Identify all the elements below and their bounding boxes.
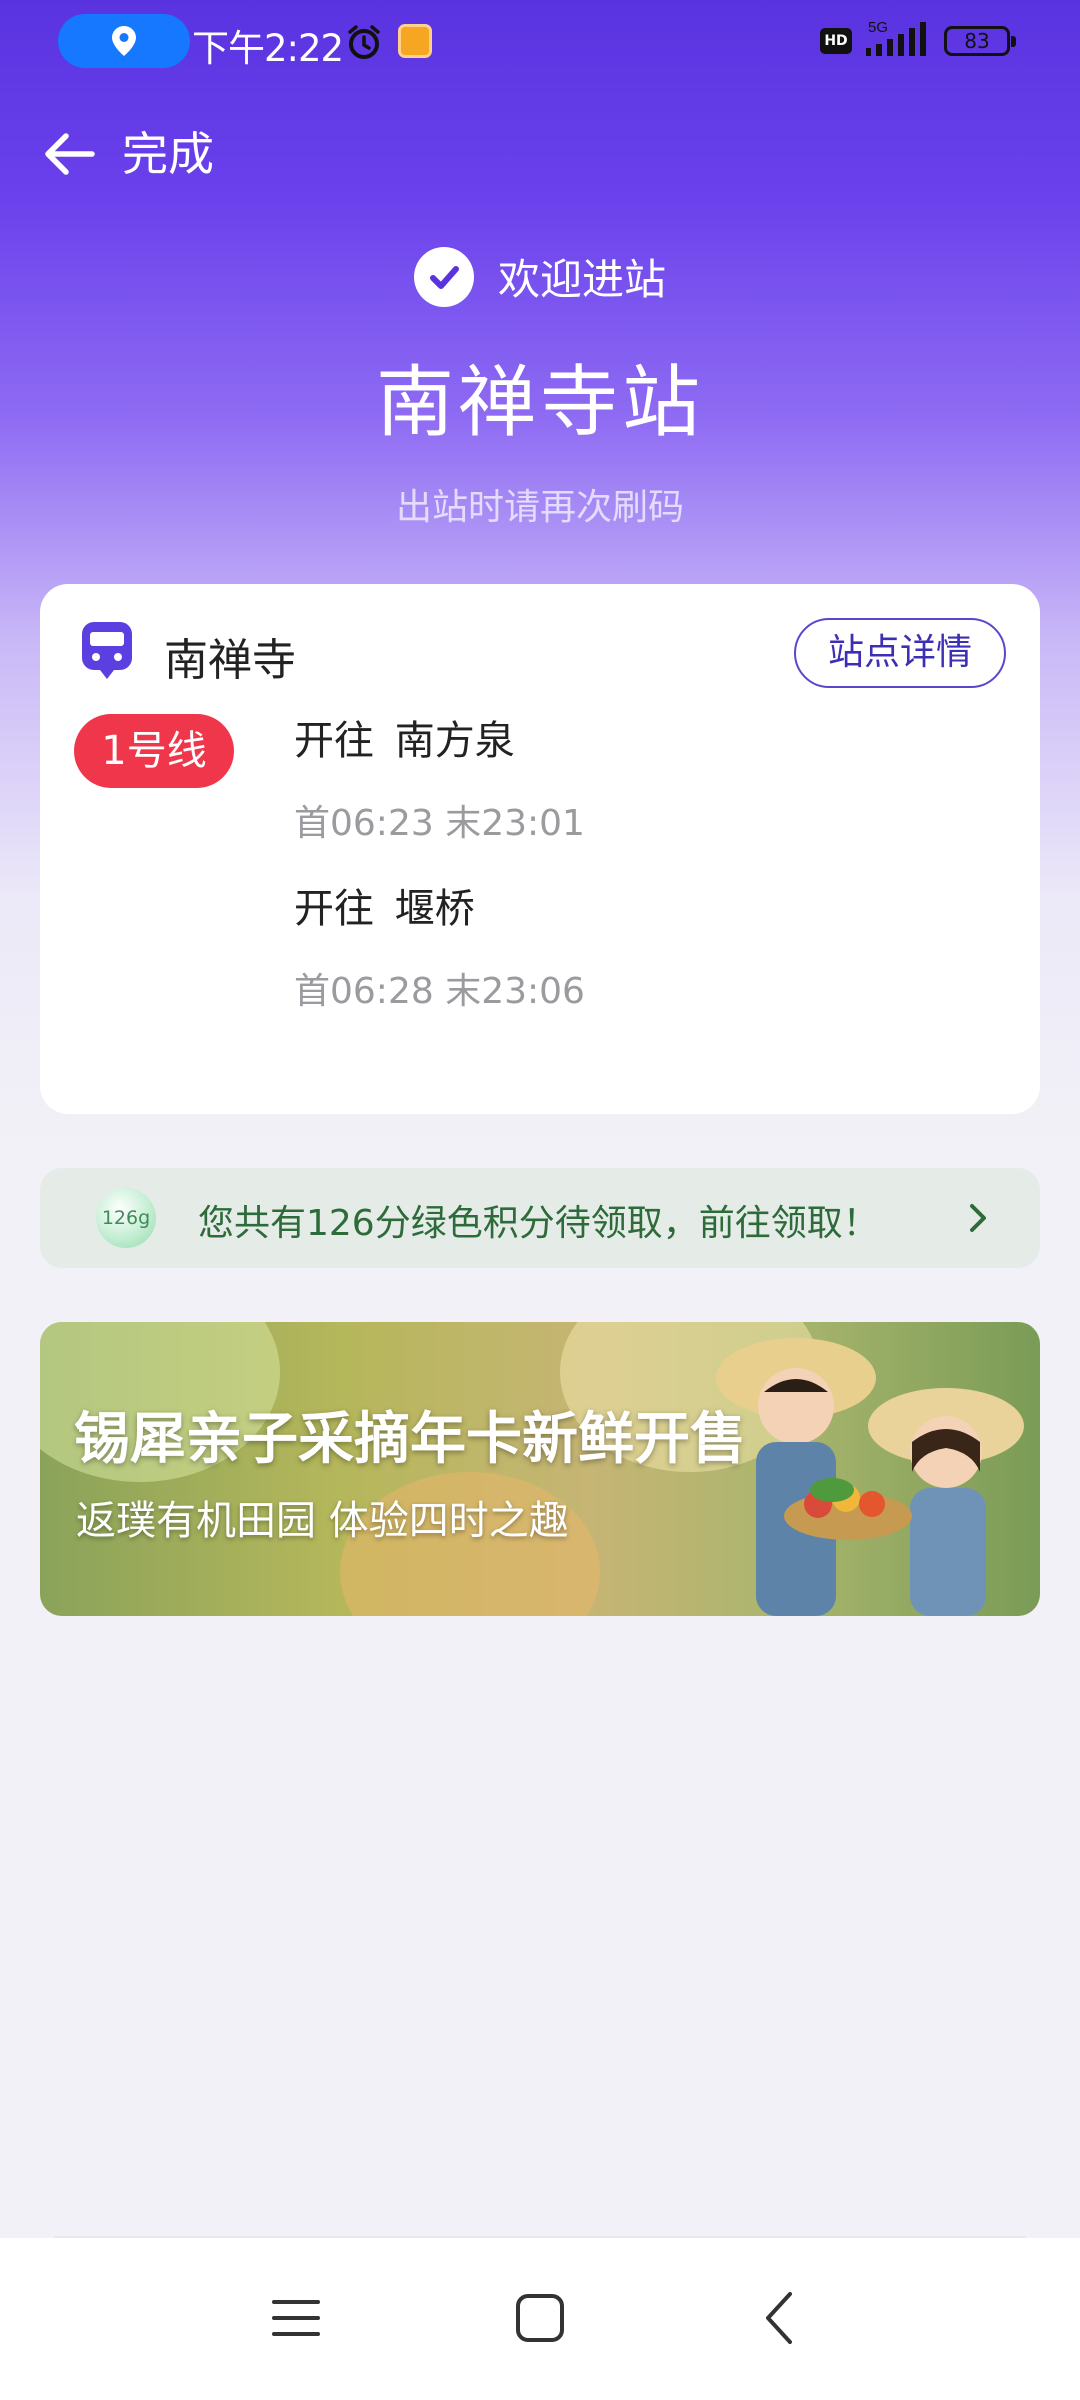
green-points-text: 您共有126分绿色积分待领取，前往领取！ (198, 1203, 879, 1244)
navigation-bar (0, 2238, 1080, 2400)
home-icon[interactable] (500, 2278, 580, 2358)
direction-destination: 南方泉 (394, 718, 515, 764)
hd-icon: HD (820, 28, 852, 54)
welcome-row: 欢迎进站 (0, 246, 1080, 310)
banner-illustration (716, 1338, 1024, 1616)
bus-icon (82, 622, 132, 679)
promo-banner[interactable]: 锡犀亲子采摘年卡新鲜开售 返璞有机田园 体验四时之趣 (40, 1322, 1040, 1616)
last-train-time: 末23:06 (445, 971, 585, 1012)
station-detail-button[interactable]: 站点详情 (794, 618, 1006, 688)
last-train-time: 末23:01 (445, 803, 585, 844)
direction-row: 开往 堰桥 首06:28 末23:06 (294, 876, 585, 1014)
station-title: 南禅寺站 (375, 358, 704, 448)
green-points-icon: 126g (96, 1188, 156, 1248)
chevron-right-icon (970, 1204, 986, 1232)
first-train-time: 首06:23 (294, 803, 434, 844)
status-time: 下午2:22 (192, 27, 344, 70)
card-station-name: 南禅寺 (164, 635, 296, 686)
banner-title: 锡犀亲子采摘年卡新鲜开售 (74, 1407, 746, 1472)
green-points-bar[interactable]: 126g 您共有126分绿色积分待领取，前往领取！ (40, 1168, 1040, 1268)
direction-row: 开往 南方泉 首06:23 末23:01 (294, 708, 585, 846)
first-train-time: 首06:28 (294, 971, 434, 1012)
alarm-icon (348, 25, 380, 59)
banner-subtitle: 返璞有机田园 体验四时之趣 (76, 1498, 569, 1544)
signal-icon: 5G (866, 19, 926, 56)
back-icon[interactable] (742, 2278, 822, 2358)
note-icon (398, 24, 432, 58)
welcome-text: 欢迎进站 (497, 255, 666, 304)
done-button[interactable]: 完成 (122, 124, 214, 184)
exit-hint: 出站时请再次刷码 (395, 487, 684, 528)
line-badge: 1号线 (74, 714, 234, 788)
location-indicator[interactable] (58, 14, 190, 68)
station-card: 南禅寺 站点详情 1号线 开往 南方泉 首06:23 末23:01 开往 堰桥 … (40, 584, 1040, 1114)
direction-destination: 堰桥 (394, 886, 475, 932)
arrow-left-icon[interactable] (40, 124, 100, 184)
check-icon (413, 246, 474, 307)
location-icon (112, 26, 136, 56)
menu-icon[interactable] (256, 2278, 336, 2358)
direction-label: 开往 (294, 886, 374, 932)
svg-text:5G: 5G (868, 19, 888, 36)
status-bar: 下午2:22 HD 5G 83 (0, 0, 1080, 84)
battery-icon: 83 (944, 26, 1016, 56)
direction-label: 开往 (294, 718, 374, 764)
